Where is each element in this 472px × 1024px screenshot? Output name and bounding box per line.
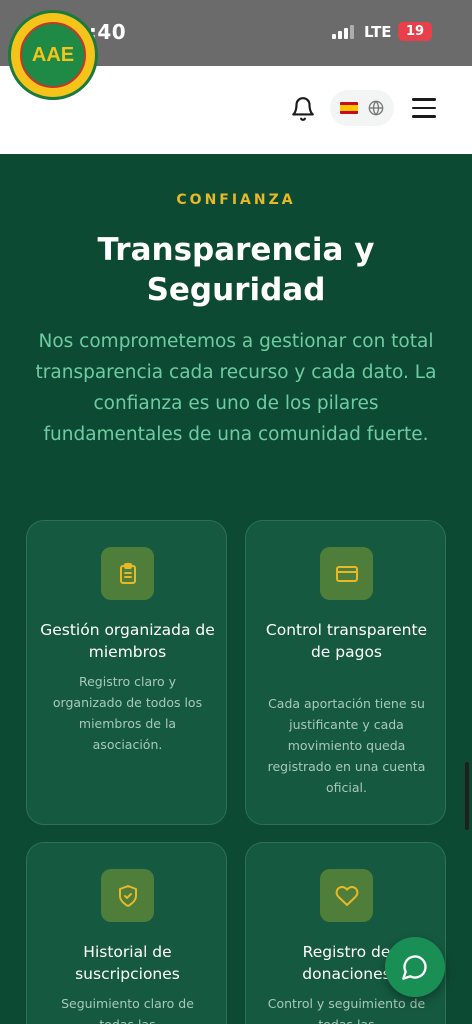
chat-button[interactable] [385, 937, 445, 997]
network-type: LTE [364, 23, 392, 41]
spain-flag-icon [340, 102, 358, 114]
card-title: Control transparente de pagos [265, 621, 428, 661]
hamburger-menu-icon[interactable] [412, 98, 436, 118]
bell-icon[interactable] [290, 96, 316, 122]
language-selector[interactable] [330, 90, 394, 126]
card-member-management: Gestión organizada de miembros Registro … [26, 520, 227, 825]
signal-icon [332, 25, 356, 39]
trust-section: CONFIANZA Transparencia y Seguridad Nos … [0, 154, 472, 1024]
card-subscription-history: Historial de suscripciones Seguimiento c… [26, 842, 227, 1024]
logo[interactable]: AAE [8, 10, 98, 100]
card-payment-control: Control transparente de pagos Cada aport… [245, 520, 446, 825]
scrollbar[interactable] [465, 762, 469, 830]
credit-card-icon [320, 547, 373, 600]
section-subtitle: Nos comprometemos a gestionar con total … [35, 331, 437, 445]
card-description: Seguimiento claro de todas las [61, 996, 194, 1024]
globe-icon [368, 100, 384, 116]
card-description: Registro claro y organizado de todos los… [52, 674, 203, 752]
logo-text: AAE [20, 22, 86, 88]
card-title: Historial de suscripciones [75, 943, 180, 983]
chat-bubble-icon [402, 955, 427, 980]
section-eyebrow: CONFIANZA [176, 192, 296, 208]
shield-check-icon [101, 869, 154, 922]
heart-icon [320, 869, 373, 922]
card-description: Cada aportación tiene su justificante y … [267, 696, 426, 795]
battery-level: 19 [405, 24, 425, 39]
clipboard-icon [101, 547, 154, 600]
section-title: Transparencia y Seguridad [97, 232, 375, 308]
card-title: Gestión organizada de miembros [40, 621, 215, 661]
card-description: Control y seguimiento de todas las [267, 996, 426, 1024]
battery-icon: 19 [398, 22, 432, 41]
